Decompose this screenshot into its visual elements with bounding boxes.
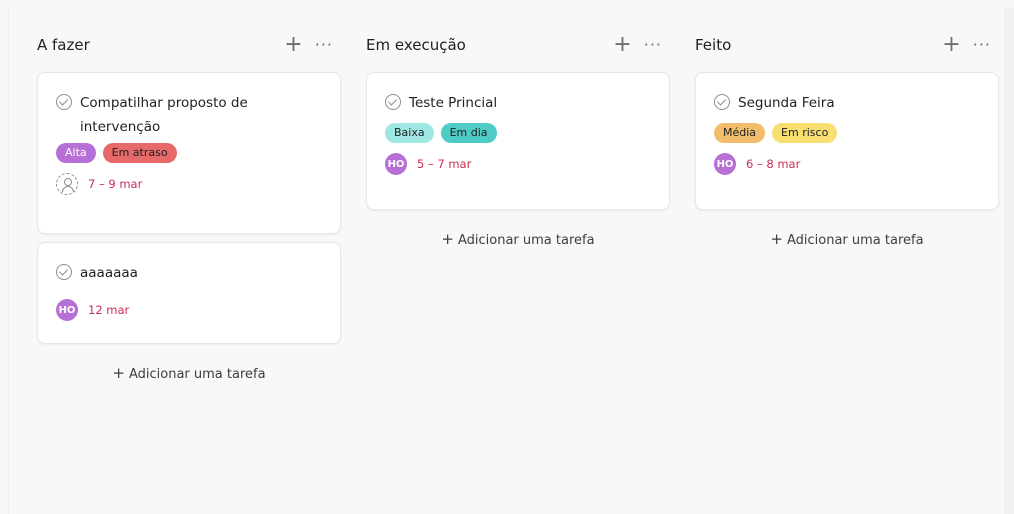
status-tag: Em risco bbox=[772, 123, 838, 143]
task-card[interactable]: Teste Princial Baixa Em dia HO 5 – 7 mar bbox=[366, 72, 670, 210]
more-options-icon[interactable]: ··· bbox=[973, 37, 991, 53]
column-title: Feito bbox=[695, 36, 732, 54]
add-icon: + bbox=[441, 230, 454, 248]
complete-check-icon[interactable] bbox=[56, 264, 72, 280]
assignee-avatar[interactable]: HO bbox=[56, 299, 78, 321]
task-title: Segunda Feira bbox=[738, 95, 835, 111]
add-task-button[interactable]: + Adicionar uma tarefa bbox=[695, 230, 999, 248]
add-icon[interactable]: + bbox=[942, 34, 960, 56]
add-task-button[interactable]: + Adicionar uma tarefa bbox=[37, 364, 341, 382]
due-date[interactable]: 7 – 9 mar bbox=[88, 177, 142, 191]
status-tag: Em dia bbox=[440, 123, 497, 143]
complete-check-icon[interactable] bbox=[56, 94, 72, 110]
more-options-icon[interactable]: ··· bbox=[315, 37, 333, 53]
complete-check-icon[interactable] bbox=[714, 94, 730, 110]
column-header: Feito + ··· bbox=[695, 30, 999, 60]
unassigned-avatar-icon[interactable] bbox=[56, 173, 78, 195]
due-date[interactable]: 12 mar bbox=[88, 303, 129, 317]
task-title: Teste Princial bbox=[409, 95, 498, 111]
priority-tag: Baixa bbox=[385, 123, 434, 143]
task-title: Compatilhar proposto de intervenção bbox=[80, 95, 248, 135]
add-task-label: Adicionar uma tarefa bbox=[128, 367, 266, 382]
column-header: Em execução + ··· bbox=[366, 30, 670, 60]
add-task-label: Adicionar uma tarefa bbox=[786, 233, 924, 248]
assignee-avatar[interactable]: HO bbox=[714, 153, 736, 175]
priority-tag: Alta bbox=[56, 143, 96, 163]
add-icon[interactable]: + bbox=[284, 34, 302, 56]
add-icon: + bbox=[770, 230, 783, 248]
due-date[interactable]: 5 – 7 mar bbox=[417, 157, 471, 171]
column-title: Em execução bbox=[366, 36, 466, 54]
task-title: aaaaaaa bbox=[80, 265, 138, 281]
add-task-label: Adicionar uma tarefa bbox=[457, 233, 595, 248]
scrollbar[interactable] bbox=[1004, 8, 1014, 514]
add-icon[interactable]: + bbox=[613, 34, 631, 56]
due-date[interactable]: 6 – 8 mar bbox=[746, 157, 800, 171]
complete-check-icon[interactable] bbox=[385, 94, 401, 110]
column-a-fazer: A fazer + ··· Compatilhar proposto de in… bbox=[37, 30, 341, 382]
board: A fazer + ··· Compatilhar proposto de in… bbox=[8, 8, 1004, 514]
column-em-execucao: Em execução + ··· Teste Princial Baixa E… bbox=[366, 30, 670, 248]
assignee-avatar[interactable]: HO bbox=[385, 153, 407, 175]
task-card[interactable]: Segunda Feira Média Em risco HO 6 – 8 ma… bbox=[695, 72, 999, 210]
task-card[interactable]: aaaaaaa HO 12 mar bbox=[37, 242, 341, 344]
task-card[interactable]: Compatilhar proposto de intervenção Alta… bbox=[37, 72, 341, 234]
status-tag: Em atraso bbox=[102, 143, 177, 163]
column-header: A fazer + ··· bbox=[37, 30, 341, 60]
column-feito: Feito + ··· Segunda Feira Média Em risco… bbox=[695, 30, 999, 248]
priority-tag: Média bbox=[714, 123, 766, 143]
more-options-icon[interactable]: ··· bbox=[644, 37, 662, 53]
add-icon: + bbox=[112, 364, 125, 382]
column-title: A fazer bbox=[37, 36, 90, 54]
add-task-button[interactable]: + Adicionar uma tarefa bbox=[366, 230, 670, 248]
